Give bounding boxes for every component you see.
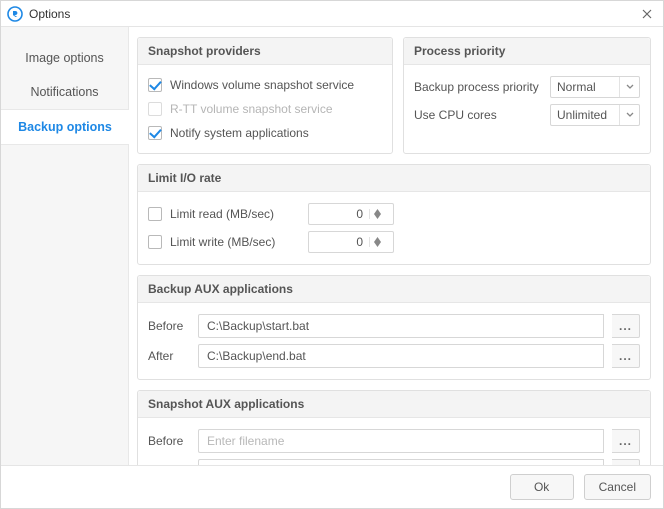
panel-backup-aux: Backup AUX applications Before C:\Backup… — [137, 275, 651, 380]
spinner-limit-read[interactable] — [308, 203, 394, 225]
panel-snapshot-aux: Snapshot AUX applications Before Enter f… — [137, 390, 651, 465]
cancel-button[interactable]: Cancel — [584, 474, 651, 500]
select-cores-value: Unlimited — [557, 108, 607, 122]
panel-title: Backup AUX applications — [138, 276, 650, 303]
sidebar: Image options Notifications Backup optio… — [1, 27, 129, 465]
label-after: After — [148, 349, 190, 363]
chevron-down-icon — [619, 105, 639, 125]
browse-button[interactable]: ... — [612, 344, 640, 368]
panel-title: Snapshot providers — [138, 38, 392, 65]
content: Snapshot providers Windows volume snapsh… — [129, 27, 663, 465]
options-window: Options Image options Notifications Back… — [0, 0, 664, 509]
arrow-down-icon[interactable] — [370, 242, 385, 247]
select-priority-value: Normal — [557, 80, 596, 94]
input-backup-before[interactable]: C:\Backup\start.bat — [198, 314, 604, 338]
input-snapshot-before[interactable]: Enter filename — [198, 429, 604, 453]
window-title: Options — [29, 7, 637, 21]
label-windows-vss: Windows volume snapshot service — [170, 78, 354, 92]
checkbox-limit-write[interactable] — [148, 235, 162, 249]
label-before: Before — [148, 319, 190, 333]
panel-snapshot-providers: Snapshot providers Windows volume snapsh… — [137, 37, 393, 154]
panel-title: Limit I/O rate — [138, 165, 650, 192]
input-backup-after[interactable]: C:\Backup\end.bat — [198, 344, 604, 368]
select-priority[interactable]: Normal — [550, 76, 640, 98]
close-button[interactable] — [637, 4, 657, 24]
panel-process-priority: Process priority Backup process priority… — [403, 37, 651, 154]
panel-title: Snapshot AUX applications — [138, 391, 650, 418]
label-limit-read: Limit read (MB/sec) — [170, 207, 300, 221]
input-limit-write[interactable] — [309, 235, 369, 249]
input-limit-read[interactable] — [309, 207, 369, 221]
select-cores[interactable]: Unlimited — [550, 104, 640, 126]
panel-title: Process priority — [404, 38, 650, 65]
checkbox-limit-read[interactable] — [148, 207, 162, 221]
chevron-down-icon — [619, 77, 639, 97]
label-priority: Backup process priority — [414, 80, 542, 94]
label-before: Before — [148, 434, 190, 448]
panel-limit-io: Limit I/O rate Limit read (MB/sec) — [137, 164, 651, 265]
label-limit-write: Limit write (MB/sec) — [170, 235, 300, 249]
checkbox-notify-apps[interactable] — [148, 126, 162, 140]
browse-button[interactable]: ... — [612, 429, 640, 453]
spinner-limit-write[interactable] — [308, 231, 394, 253]
app-icon — [7, 6, 23, 22]
checkbox-rtt-vss — [148, 102, 162, 116]
label-rtt-vss: R-TT volume snapshot service — [170, 102, 333, 116]
label-notify-apps: Notify system applications — [170, 126, 309, 140]
label-cores: Use CPU cores — [414, 108, 542, 122]
arrow-down-icon[interactable] — [370, 214, 385, 219]
ok-button[interactable]: Ok — [510, 474, 574, 500]
titlebar: Options — [1, 1, 663, 27]
sidebar-item-notifications[interactable]: Notifications — [1, 75, 128, 109]
checkbox-windows-vss[interactable] — [148, 78, 162, 92]
sidebar-item-backup-options[interactable]: Backup options — [1, 109, 129, 145]
footer: Ok Cancel — [1, 465, 663, 508]
browse-button[interactable]: ... — [612, 314, 640, 338]
sidebar-item-image-options[interactable]: Image options — [1, 41, 128, 75]
